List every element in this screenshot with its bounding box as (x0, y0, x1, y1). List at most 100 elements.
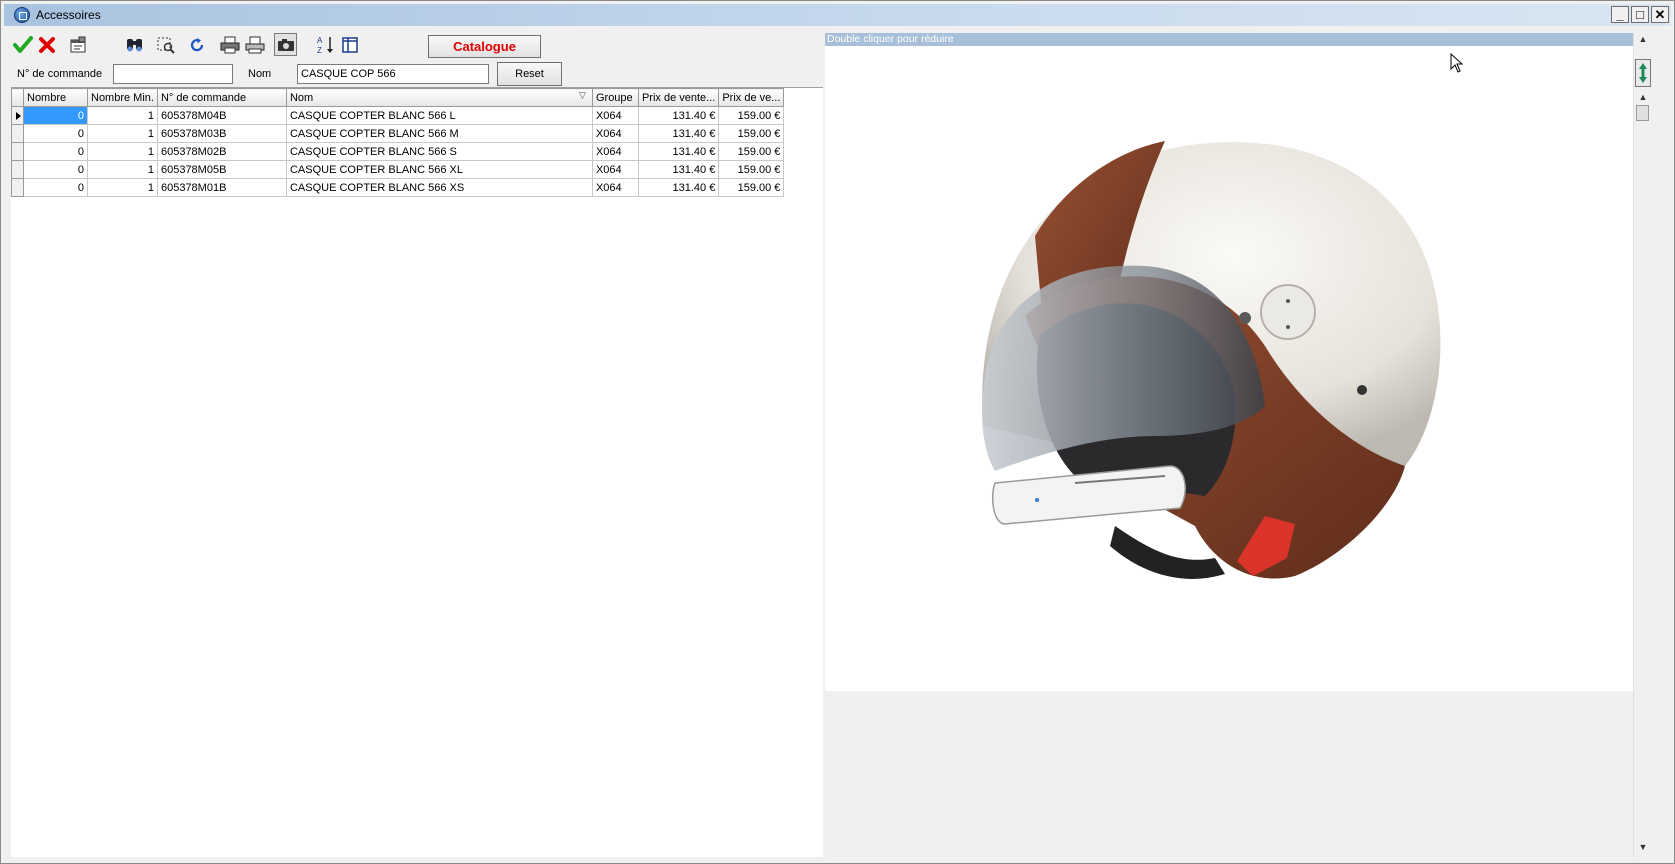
expand-vertical-icon (1639, 63, 1647, 83)
toolbar: A Z Catalogue (9, 31, 825, 59)
order-number-cell[interactable]: 605378M04B (156, 106, 287, 125)
image-toggle-button[interactable] (274, 33, 297, 56)
column-header[interactable]: Nombre (23, 88, 88, 107)
quantity-cell[interactable]: 0 (23, 124, 88, 143)
quantity-cell[interactable]: 0 (23, 160, 88, 179)
name-cell[interactable]: CASQUE COPTER BLANC 566 XL (285, 160, 593, 179)
price-incl-cell[interactable]: 159.00 € (718, 160, 785, 179)
name-cell[interactable]: CASQUE COPTER BLANC 566 M (285, 124, 593, 143)
zoom-select-icon (157, 37, 175, 54)
row-indicator[interactable] (11, 178, 24, 197)
title-bar[interactable]: Accessoires _ □ ✕ (4, 4, 1671, 26)
splitter-toggle-button[interactable] (1635, 59, 1651, 87)
visor-pivot (1260, 284, 1316, 340)
table-row[interactable]: 0 1 605378M02B CASQUE COPTER BLANC 566 S… (11, 142, 785, 161)
vertical-scrollbar[interactable]: ▲ ▲ ▼ (1633, 33, 1651, 857)
print-button[interactable] (218, 33, 241, 56)
price-incl-cell[interactable]: 159.00 € (718, 142, 785, 161)
order-number-cell[interactable]: 605378M03B (156, 124, 287, 143)
name-label: Nom (248, 68, 272, 80)
name-cell[interactable]: CASQUE COPTER BLANC 566 S (285, 142, 593, 161)
order-number-cell[interactable]: 605378M05B (156, 160, 287, 179)
filter-bar: N° de commande Nom Reset (9, 61, 825, 86)
table-row[interactable]: 0 1 605378M04B CASQUE COPTER BLANC 566 L… (11, 106, 785, 125)
min-quantity-cell[interactable]: 1 (87, 178, 158, 197)
refresh-icon (190, 37, 203, 51)
catalogue-button[interactable]: Catalogue (428, 35, 541, 58)
table-header-row: Nombre Nombre Min. N° de commande Nom ▽ G… (11, 88, 785, 107)
sort-button[interactable]: A Z (314, 33, 337, 56)
min-quantity-cell[interactable]: 1 (87, 124, 158, 143)
column-header[interactable]: Groupe (591, 88, 639, 107)
scroll-up-small-arrow-icon[interactable]: ▲ (1637, 91, 1649, 103)
row-indicator[interactable] (11, 124, 24, 143)
price-excl-cell[interactable]: 131.40 € (637, 142, 720, 161)
price-excl-cell[interactable]: 131.40 € (637, 106, 720, 125)
properties-icon (70, 36, 85, 52)
collapse-hint[interactable]: Double cliquer pour réduire (825, 33, 1633, 46)
table-row[interactable]: 0 1 605378M03B CASQUE COPTER BLANC 566 M… (11, 124, 785, 143)
name-cell[interactable]: CASQUE COPTER BLANC 566 XS (285, 178, 593, 197)
group-cell[interactable]: X064 (591, 178, 639, 197)
validate-button[interactable] (11, 33, 34, 56)
intercom-device (992, 465, 1186, 525)
scroll-up-arrow-icon[interactable]: ▲ (1637, 33, 1649, 45)
search-binoculars-icon (126, 38, 142, 51)
order-number-label: N° de commande (17, 68, 103, 80)
row-indicator[interactable] (11, 142, 24, 161)
price-incl-cell[interactable]: 159.00 € (718, 106, 785, 125)
svg-text:A: A (317, 36, 323, 45)
quantity-cell[interactable]: 0 (23, 142, 88, 161)
current-row-arrow-icon (16, 112, 21, 120)
header-indicator (11, 88, 24, 107)
column-header[interactable]: Prix de vente... (637, 88, 720, 107)
minimize-button[interactable]: _ (1611, 6, 1629, 23)
list-pane: A Z Catalogue N° de commande Nom Reset (9, 29, 825, 857)
price-incl-cell[interactable]: 159.00 € (718, 178, 785, 197)
group-cell[interactable]: X064 (591, 142, 639, 161)
order-number-cell[interactable]: 605378M01B (156, 178, 287, 197)
accessories-grid: Nombre Nombre Min. N° de commande Nom ▽ G… (11, 87, 823, 857)
min-quantity-cell[interactable]: 1 (87, 142, 158, 161)
zoom-select-button[interactable] (154, 33, 177, 56)
order-number-cell[interactable]: 605378M02B (156, 142, 287, 161)
group-cell[interactable]: X064 (591, 160, 639, 179)
properties-button[interactable] (66, 33, 89, 56)
column-header[interactable]: N° de commande (156, 88, 287, 107)
order-number-input[interactable] (113, 64, 233, 84)
search-button[interactable] (123, 33, 146, 56)
cancel-button[interactable] (35, 33, 58, 56)
mouse-cursor-icon (1450, 53, 1464, 73)
row-indicator[interactable] (11, 106, 24, 125)
scroll-thumb[interactable] (1636, 105, 1649, 121)
min-quantity-cell[interactable]: 1 (87, 106, 158, 125)
row-indicator[interactable] (11, 160, 24, 179)
price-excl-cell[interactable]: 131.40 € (637, 160, 720, 179)
columns-icon (341, 36, 358, 53)
quantity-cell[interactable]: 0 (23, 178, 88, 197)
refresh-button[interactable] (185, 33, 208, 56)
columns-button[interactable] (338, 33, 361, 56)
column-header[interactable]: Prix de ve... (718, 88, 785, 107)
print-icon (220, 36, 239, 53)
quantity-cell[interactable]: 0 (23, 106, 88, 125)
print-preview-button[interactable] (243, 33, 266, 56)
price-excl-cell[interactable]: 131.40 € (637, 178, 720, 197)
table-row[interactable]: 0 1 605378M01B CASQUE COPTER BLANC 566 X… (11, 178, 785, 197)
min-quantity-cell[interactable]: 1 (87, 160, 158, 179)
name-cell[interactable]: CASQUE COPTER BLANC 566 L (285, 106, 593, 125)
product-image-area[interactable] (825, 46, 1633, 691)
sort-az-icon: A Z (317, 36, 333, 55)
name-input[interactable] (297, 64, 489, 84)
close-button[interactable]: ✕ (1651, 6, 1669, 23)
column-header[interactable]: Nombre Min. (87, 88, 158, 107)
price-incl-cell[interactable]: 159.00 € (718, 124, 785, 143)
scroll-down-arrow-icon[interactable]: ▼ (1637, 841, 1649, 853)
group-cell[interactable]: X064 (591, 106, 639, 125)
column-header-nom[interactable]: Nom ▽ (285, 88, 593, 107)
table-row[interactable]: 0 1 605378M05B CASQUE COPTER BLANC 566 X… (11, 160, 785, 179)
price-excl-cell[interactable]: 131.40 € (637, 124, 720, 143)
reset-button[interactable]: Reset (497, 62, 562, 86)
group-cell[interactable]: X064 (591, 124, 639, 143)
maximize-button[interactable]: □ (1631, 6, 1649, 23)
